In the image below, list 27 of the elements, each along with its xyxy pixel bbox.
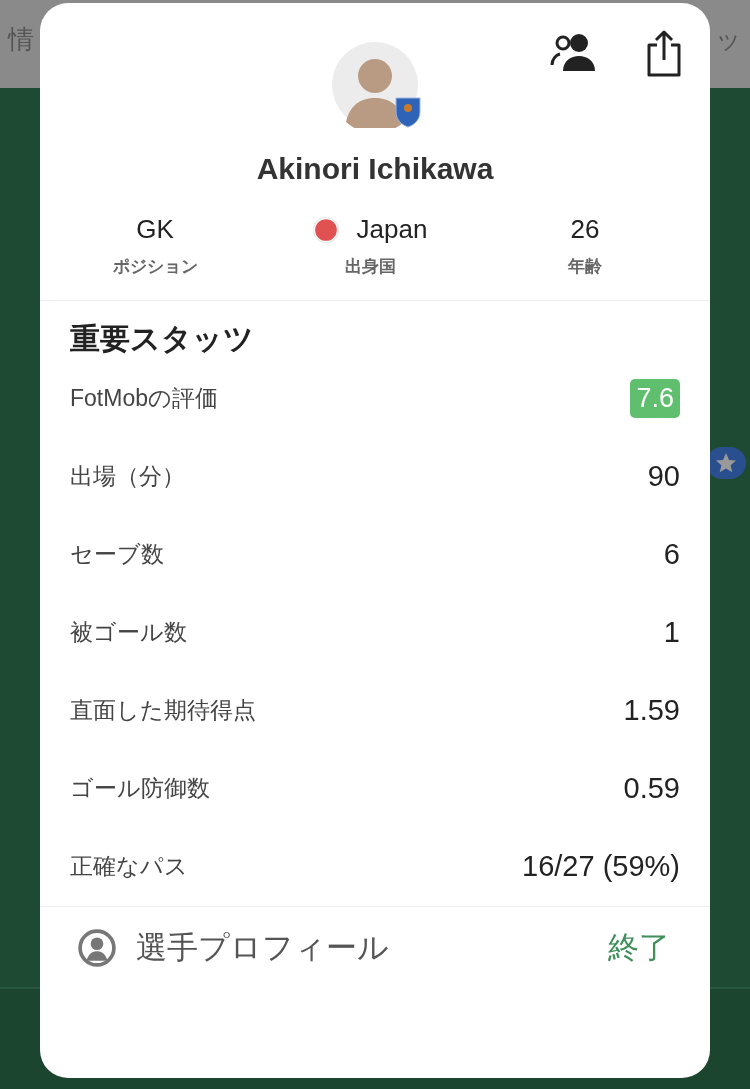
close-button[interactable]: 終了 [608, 927, 670, 969]
stat-label: 直面した期待得点 [70, 695, 256, 725]
info-value: 26 [570, 214, 600, 245]
info-label: 出身国 [344, 256, 396, 278]
player-profile-button[interactable]: 選手プロフィール [78, 927, 389, 969]
stat-label: ゴール防御数 [70, 773, 210, 803]
stat-label: セーブ数 [70, 539, 164, 569]
info-value: Japan [356, 214, 428, 245]
stat-value: 1.59 [623, 693, 680, 727]
stat-label: 被ゴール数 [70, 617, 187, 647]
info-label: ポジション [112, 256, 198, 278]
stat-value: 6 [663, 537, 680, 571]
stat-value: 0.59 [623, 771, 680, 805]
info-value: GK [136, 214, 174, 245]
person-icon [78, 929, 116, 967]
player-name: Akinori Ichikawa [255, 152, 495, 186]
stat-label: FotMobの評価 [70, 383, 218, 413]
info-label: 年齢 [568, 256, 602, 278]
stat-label: 正確なパス [70, 851, 188, 881]
section-title: 重要スタッツ [69, 321, 255, 357]
stat-label: 出場（分） [70, 461, 185, 491]
flag-icon [312, 216, 339, 243]
rating-badge: 7.6 [630, 378, 680, 418]
shield-icon [395, 96, 421, 128]
stat-value: 90 [647, 459, 680, 493]
stat-value: 16/27 (59%) [522, 849, 680, 883]
stat-value: 1 [663, 615, 680, 649]
